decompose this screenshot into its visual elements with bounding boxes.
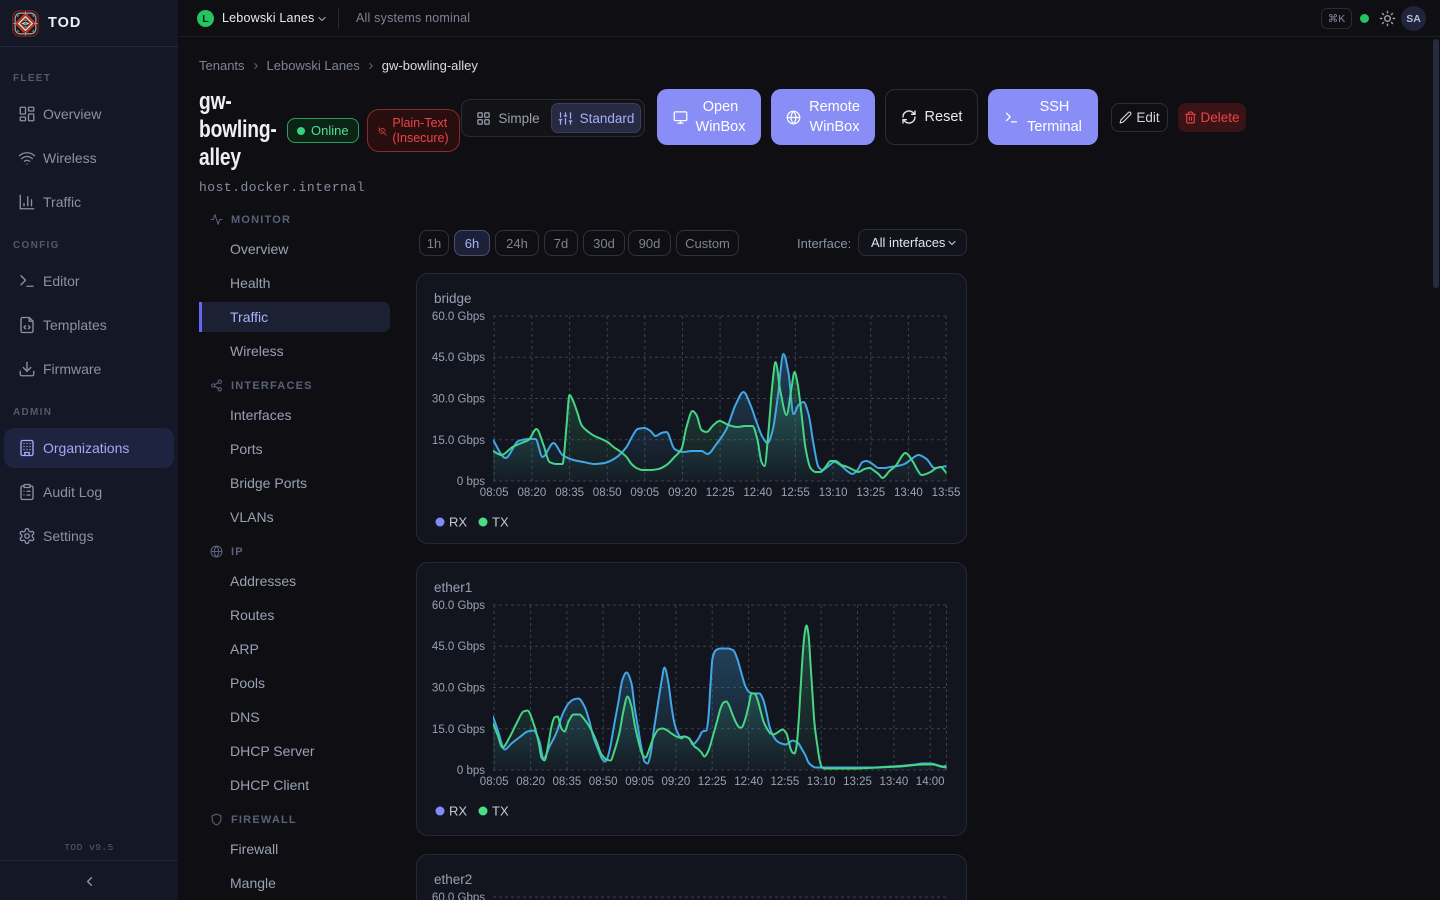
svg-text:ether1: ether1 (434, 580, 472, 595)
svg-text:08:20: 08:20 (518, 487, 547, 499)
svg-text:45.0 Gbps: 45.0 Gbps (432, 352, 485, 364)
svg-text:13:25: 13:25 (843, 776, 872, 788)
svg-text:ether2: ether2 (434, 872, 472, 887)
svg-text:TX: TX (492, 515, 509, 530)
svg-text:12:40: 12:40 (734, 776, 763, 788)
svg-text:12:55: 12:55 (771, 776, 800, 788)
svg-text:12:40: 12:40 (743, 487, 772, 499)
svg-text:15.0 Gbps: 15.0 Gbps (432, 724, 485, 736)
svg-text:13:25: 13:25 (856, 487, 885, 499)
svg-text:12:25: 12:25 (706, 487, 735, 499)
svg-text:08:05: 08:05 (480, 487, 509, 499)
svg-text:12:55: 12:55 (781, 487, 810, 499)
svg-text:60.0 Gbps: 60.0 Gbps (432, 600, 485, 612)
svg-text:12:25: 12:25 (698, 776, 727, 788)
svg-text:60.0 Gbps: 60.0 Gbps (432, 311, 485, 323)
svg-text:08:50: 08:50 (593, 487, 622, 499)
svg-text:RX: RX (449, 515, 467, 530)
svg-text:08:35: 08:35 (553, 776, 582, 788)
svg-text:15.0 Gbps: 15.0 Gbps (432, 435, 485, 447)
svg-text:13:40: 13:40 (894, 487, 923, 499)
svg-text:bridge: bridge (434, 291, 472, 306)
svg-text:RX: RX (449, 804, 467, 819)
svg-text:08:05: 08:05 (480, 776, 509, 788)
svg-text:08:50: 08:50 (589, 776, 618, 788)
svg-text:08:35: 08:35 (555, 487, 584, 499)
svg-text:13:40: 13:40 (880, 776, 909, 788)
svg-text:TX: TX (492, 804, 509, 819)
svg-text:09:05: 09:05 (625, 776, 654, 788)
svg-text:14:00: 14:00 (916, 776, 945, 788)
svg-text:60.0 Gbps: 60.0 Gbps (432, 892, 485, 900)
svg-text:30.0 Gbps: 30.0 Gbps (432, 394, 485, 406)
svg-text:09:20: 09:20 (662, 776, 691, 788)
svg-text:09:05: 09:05 (630, 487, 659, 499)
svg-text:30.0 Gbps: 30.0 Gbps (432, 683, 485, 695)
svg-text:08:20: 08:20 (516, 776, 545, 788)
svg-text:09:20: 09:20 (668, 487, 697, 499)
svg-text:13:55: 13:55 (932, 487, 961, 499)
svg-text:45.0 Gbps: 45.0 Gbps (432, 641, 485, 653)
svg-text:13:10: 13:10 (819, 487, 848, 499)
svg-text:13:10: 13:10 (807, 776, 836, 788)
